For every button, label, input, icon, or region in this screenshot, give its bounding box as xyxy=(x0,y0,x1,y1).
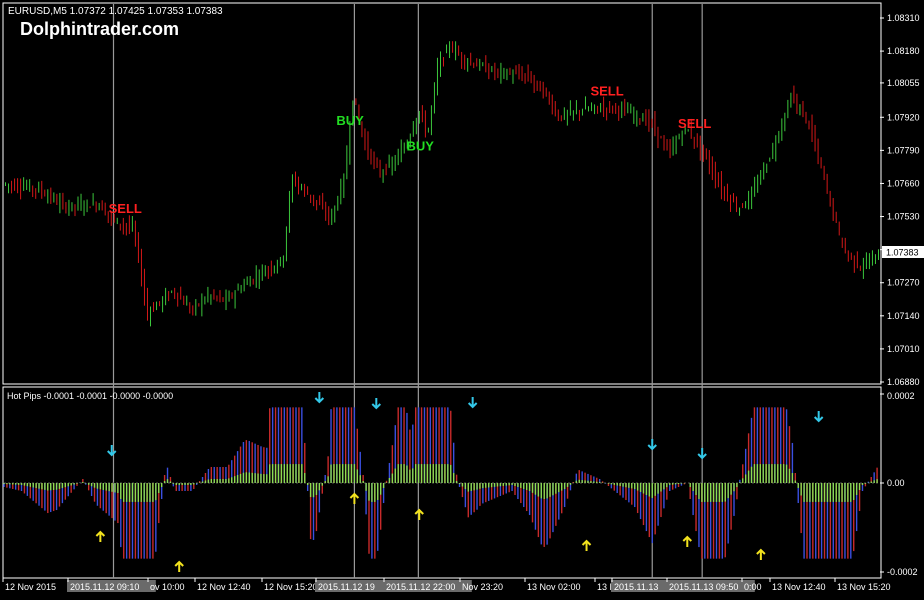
mt4-chart-window[interactable]: SELL BUY BUY SELL SELL EURUSD,M5 1.07372 1.0… xyxy=(0,0,924,595)
time-axis-label: 2015.11.13 xyxy=(614,582,658,592)
watermark: Dolphintrader.com xyxy=(20,19,179,39)
time-axis-label: 13 Nov 02:00 xyxy=(527,582,581,592)
current-price-label: 1.07383 xyxy=(886,248,919,258)
price-axis-label: 1.07530 xyxy=(887,212,920,222)
chart-canvas[interactable]: SELL BUY BUY SELL SELL EURUSD,M5 1.07372 1.0… xyxy=(0,0,924,595)
symbol-info: EURUSD,M5 1.07372 1.07425 1.07353 1.0738… xyxy=(8,6,223,17)
time-axis-label: 12 Nov 15:20 xyxy=(264,582,318,592)
time-axis-label: Nov 23:20 xyxy=(462,582,503,592)
time-axis-label: 2015.11.13 09:50 xyxy=(669,582,738,592)
price-axis-label: 1.06880 xyxy=(887,377,920,387)
time-axis-label: ov 10:00 xyxy=(150,582,185,592)
indicator-axis-label: 0.0002 xyxy=(887,391,915,401)
time-axis-label: 2015.11.12 22:00 xyxy=(386,582,455,592)
time-axis-label: 2015.11.12 09:10 xyxy=(70,582,139,592)
time-axis-label: 13 Nov 12:40 xyxy=(772,582,826,592)
indicator-axis[interactable]: 0.0002 0.00 -0.0002 xyxy=(880,391,918,577)
price-axis-label: 1.07140 xyxy=(887,311,920,321)
indicator-axis-label: -0.0002 xyxy=(887,567,918,577)
price-axis-label: 1.08310 xyxy=(887,13,920,23)
signal-sell: SELL xyxy=(109,201,142,216)
time-axis-label: 2015.11.12 19 xyxy=(318,582,375,592)
price-axis-label: 1.08180 xyxy=(887,46,920,56)
signal-buy: BUY xyxy=(406,138,434,153)
time-axis-label: 0:00 xyxy=(744,582,762,592)
current-price-tag: 1.07383 xyxy=(882,246,924,258)
price-panel[interactable] xyxy=(2,2,882,385)
price-axis-label: 1.07010 xyxy=(887,344,920,354)
signal-buy: BUY xyxy=(336,113,364,128)
price-axis-label: 1.07920 xyxy=(887,112,920,122)
time-axis[interactable]: 12 Nov 2015 2015.11.12 09:10 ov 10:00 12 No… xyxy=(2,578,891,592)
indicator-title: Hot Pips -0.0001 -0.0001 -0.0000 -0.0000 xyxy=(7,391,173,401)
price-axis-label: 1.07270 xyxy=(887,278,920,288)
price-axis-label: 1.08055 xyxy=(887,78,920,88)
indicator-axis-label: 0.00 xyxy=(887,478,905,488)
signal-sell: SELL xyxy=(678,116,711,131)
time-axis-label: 12 Nov 2015 xyxy=(5,582,56,592)
price-axis-label: 1.07790 xyxy=(887,145,920,155)
time-axis-label: 13 Nov 15:20 xyxy=(837,582,891,592)
signal-sell: SELL xyxy=(590,84,623,99)
time-axis-label: 12 Nov 12:40 xyxy=(197,582,251,592)
price-axis-label: 1.07660 xyxy=(887,178,920,188)
price-axis[interactable]: 1.08310 1.08180 1.08055 1.07920 1.07790 1.076… xyxy=(880,13,920,387)
